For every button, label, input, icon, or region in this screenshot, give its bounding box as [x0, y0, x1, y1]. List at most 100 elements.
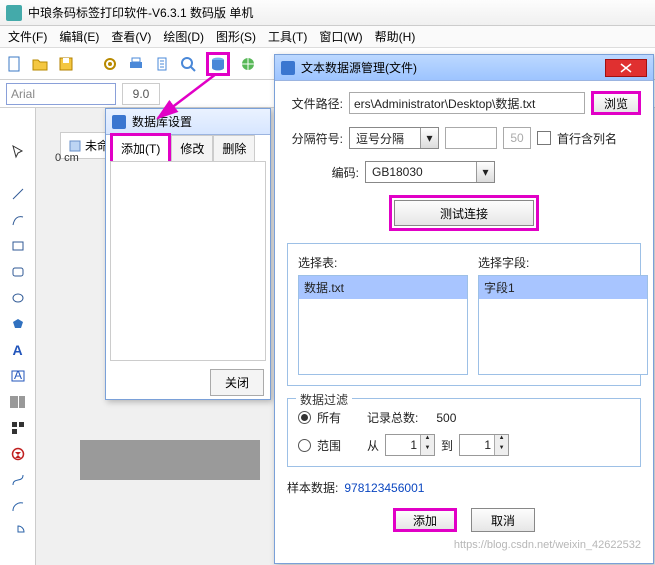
cancel-button[interactable]: 取消 [471, 508, 535, 532]
doc-icon [69, 140, 81, 152]
font-name-select[interactable]: Arial [6, 83, 116, 105]
menu-draw[interactable]: 绘图(D) [159, 28, 208, 45]
app-titlebar: 中琅条码标签打印软件-V6.3.1 数码版 单机 [0, 0, 655, 26]
db-dialog-icon [112, 115, 126, 129]
browse-button[interactable]: 浏览 [591, 91, 641, 115]
image-tool[interactable] [8, 444, 28, 464]
delimiter-custom-input[interactable] [445, 127, 497, 149]
filepath-label: 文件路径: [287, 95, 343, 112]
range-to-input[interactable]: 1▲▼ [459, 434, 509, 456]
db-close-button[interactable]: 关闭 [210, 369, 264, 396]
db-settings-dialog: 数据库设置 添加(T) 修改 删除 关闭 [105, 108, 271, 400]
range-to-value: 1 [460, 435, 494, 455]
db-dialog-tabs: 添加(T) 修改 删除 [106, 135, 270, 161]
db-tab-modify[interactable]: 修改 [171, 135, 213, 161]
open-icon[interactable] [32, 56, 48, 72]
sector-tool[interactable] [8, 522, 28, 542]
chevron-down-icon: ▾ [476, 162, 494, 182]
arc-tool[interactable] [8, 496, 28, 516]
delimiter-value: 逗号分隔 [350, 130, 420, 147]
db-tab-delete[interactable]: 删除 [213, 135, 255, 161]
menu-help[interactable]: 帮助(H) [371, 28, 420, 45]
curve-tool[interactable] [8, 210, 28, 230]
encoding-value: GB18030 [366, 165, 476, 179]
field-listbox[interactable]: 字段1 [478, 275, 648, 375]
side-toolbar: A A [0, 108, 36, 565]
font-size-select[interactable]: 9.0 [122, 83, 160, 105]
datasource-dialog: 文本数据源管理(文件) 文件路径: ers\Administrator\Desk… [274, 54, 654, 564]
delimiter-count[interactable]: 50 [503, 127, 531, 149]
filepath-input[interactable]: ers\Administrator\Desktop\数据.txt [349, 92, 585, 114]
menu-bar: 文件(F) 编辑(E) 查看(V) 绘图(D) 图形(S) 工具(T) 窗口(W… [0, 26, 655, 48]
database-button[interactable] [206, 52, 230, 76]
close-button[interactable] [605, 59, 647, 77]
roundrect-tool[interactable] [8, 262, 28, 282]
database-icon [210, 56, 226, 72]
datasource-dialog-title: 文本数据源管理(文件) [301, 59, 417, 76]
delimiter-row: 分隔符号: 逗号分隔 ▾ 50 首行含列名 [287, 127, 641, 149]
line-tool[interactable] [8, 184, 28, 204]
test-row: 测试连接 [287, 195, 641, 231]
app-icon [6, 5, 22, 21]
delimiter-count-value: 50 [510, 131, 523, 145]
dialog-buttons: 添加 取消 [287, 508, 641, 532]
menu-tool[interactable]: 工具(T) [264, 28, 311, 45]
radio-all-label: 所有 [317, 409, 341, 426]
menu-file[interactable]: 文件(F) [4, 28, 51, 45]
chevron-down-icon: ▾ [420, 128, 438, 148]
sample-row: 样本数据: 978123456001 [287, 479, 641, 496]
table-listbox[interactable]: 数据.txt [298, 275, 468, 375]
table-item[interactable]: 数据.txt [299, 276, 467, 299]
menu-shape[interactable]: 图形(S) [212, 28, 260, 45]
db-dialog-title[interactable]: 数据库设置 [106, 109, 270, 135]
firstrow-label: 首行含列名 [557, 130, 617, 147]
radio-range[interactable] [298, 439, 311, 452]
preview-icon[interactable] [180, 56, 196, 72]
barcode-tool[interactable] [8, 392, 28, 412]
pointer-tool[interactable] [8, 142, 28, 162]
add-button[interactable]: 添加 [393, 508, 457, 532]
globe-icon[interactable] [240, 56, 256, 72]
db-dialog-title-text: 数据库设置 [132, 113, 192, 130]
text-tool[interactable]: A [8, 340, 28, 360]
new-icon[interactable] [6, 56, 22, 72]
print-icon[interactable] [128, 56, 144, 72]
menu-view[interactable]: 查看(V) [107, 28, 155, 45]
filter-legend: 数据过滤 [296, 391, 352, 408]
bezier-tool[interactable] [8, 470, 28, 490]
gear-icon[interactable] [102, 56, 118, 72]
app-title: 中琅条码标签打印软件-V6.3.1 数码版 单机 [28, 4, 253, 21]
radio-range-label: 范围 [317, 437, 341, 454]
qrcode-tool[interactable] [8, 418, 28, 438]
select-field-label: 选择字段: [478, 254, 648, 271]
filepath-value: ers\Administrator\Desktop\数据.txt [354, 95, 535, 112]
db-tab-add[interactable]: 添加(T) [110, 133, 171, 161]
range-from-input[interactable]: 1▲▼ [385, 434, 435, 456]
db-dialog-body [110, 161, 266, 361]
test-connection-button[interactable]: 测试连接 [394, 200, 534, 226]
select-table-label: 选择表: [298, 254, 468, 271]
richtext-tool[interactable]: A [8, 366, 28, 386]
export-icon[interactable] [154, 56, 170, 72]
select-group: 选择表: 数据.txt 选择字段: 字段1 [287, 243, 641, 386]
datasource-dialog-icon [281, 61, 295, 75]
range-from-value: 1 [386, 435, 420, 455]
encoding-row: 编码: GB18030 ▾ [287, 161, 641, 183]
menu-window[interactable]: 窗口(W) [315, 28, 366, 45]
encoding-select[interactable]: GB18030 ▾ [365, 161, 495, 183]
save-icon[interactable] [58, 56, 74, 72]
radio-all[interactable] [298, 411, 311, 424]
field-item[interactable]: 字段1 [479, 276, 647, 299]
sample-label: 样本数据: [287, 479, 338, 496]
to-label: 到 [441, 437, 453, 454]
svg-text:A: A [14, 369, 22, 382]
ellipse-tool[interactable] [8, 288, 28, 308]
filepath-row: 文件路径: ers\Administrator\Desktop\数据.txt 浏… [287, 91, 641, 115]
encoding-label: 编码: [287, 164, 359, 181]
datasource-dialog-titlebar[interactable]: 文本数据源管理(文件) [275, 55, 653, 81]
polygon-tool[interactable] [8, 314, 28, 334]
firstrow-checkbox[interactable] [537, 131, 551, 145]
menu-edit[interactable]: 编辑(E) [55, 28, 103, 45]
rect-tool[interactable] [8, 236, 28, 256]
delimiter-select[interactable]: 逗号分隔 ▾ [349, 127, 439, 149]
